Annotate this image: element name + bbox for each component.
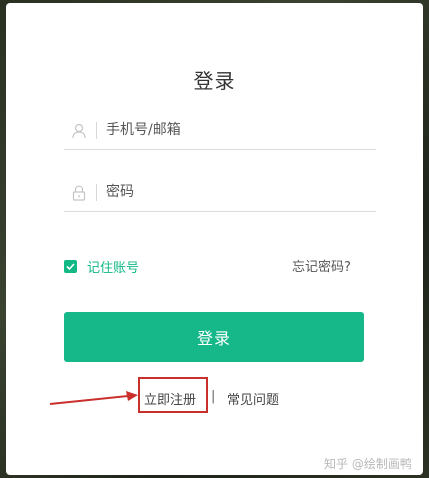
login-button[interactable]: 登录 — [64, 312, 364, 362]
faq-link[interactable]: 常见问题 — [227, 389, 279, 408]
username-input[interactable] — [106, 117, 366, 143]
check-icon — [66, 262, 75, 270]
password-field — [64, 175, 376, 212]
watermark: 知乎 @绘制画鸭 — [324, 457, 412, 471]
dialog-title: 登录 — [193, 69, 236, 93]
red-arrow-icon — [49, 391, 138, 405]
login-dialog: 登录 记住账号 忘记密码? 登录 — [6, 3, 423, 475]
register-highlight-box — [138, 377, 208, 413]
remember-account-toggle[interactable]: 记住账号 — [64, 256, 139, 276]
link-separator: | — [211, 389, 216, 404]
password-input[interactable] — [106, 179, 366, 205]
remember-label: 记住账号 — [87, 260, 140, 276]
remember-checkbox[interactable] — [64, 259, 77, 273]
field-divider — [96, 122, 97, 139]
field-divider — [96, 184, 97, 201]
forgot-password-link[interactable]: 忘记密码? — [292, 256, 351, 275]
lock-icon — [72, 185, 86, 201]
username-field — [64, 113, 376, 150]
user-icon — [72, 123, 86, 139]
